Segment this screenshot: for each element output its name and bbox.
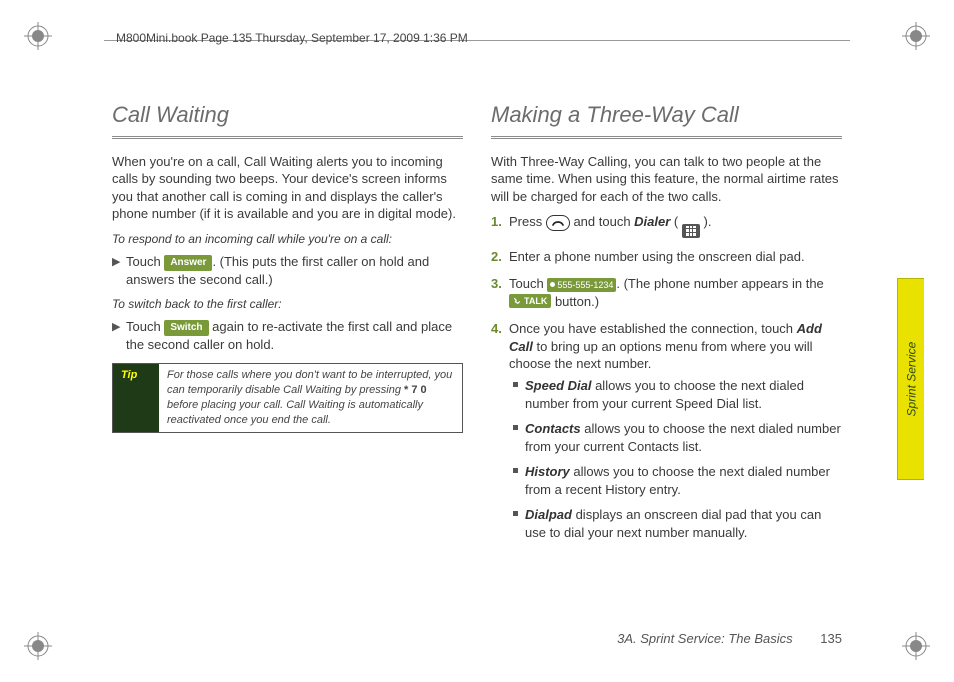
steps-list: Press and touch Dialer ( ). Enter a phon… (491, 213, 842, 541)
heading-rule (491, 136, 842, 139)
text: to bring up an options menu from where y… (509, 339, 813, 372)
option-label: Contacts (525, 421, 581, 436)
side-tab: Sprint Service (897, 278, 924, 480)
call-waiting-intro: When you're on a call, Call Waiting aler… (112, 153, 463, 223)
text: Touch (509, 276, 547, 291)
bullet-switch: ▶ Touch Switch again to re-activate the … (112, 318, 463, 353)
dialpad-icon (682, 224, 700, 238)
text: Press (509, 214, 546, 229)
arrow-icon: ▶ (112, 318, 126, 353)
option-history: History allows you to choose the next di… (513, 463, 842, 498)
step-3: Touch 555-555-1234. (The phone number ap… (491, 275, 842, 310)
section-heading-three-way: Making a Three-Way Call (491, 100, 842, 130)
crop-mark-icon (902, 22, 930, 50)
dial-number-button-graphic: 555-555-1234 (547, 278, 616, 292)
tip-box: Tip For those calls where you don't want… (112, 363, 463, 432)
crop-mark-icon (902, 632, 930, 660)
heading-rule (112, 136, 463, 139)
options-list: Speed Dial allows you to choose the next… (513, 377, 842, 541)
talk-label: TALK (524, 295, 547, 307)
section-heading-call-waiting: Call Waiting (112, 100, 463, 130)
arrow-icon: ▶ (112, 253, 126, 288)
step-1: Press and touch Dialer ( ). (491, 213, 842, 237)
switch-button-graphic: Switch (164, 320, 208, 336)
text: ( (670, 214, 682, 229)
tip-label: Tip (113, 364, 159, 431)
crop-mark-icon (24, 632, 52, 660)
text: and touch (570, 214, 634, 229)
page-footer: 3A. Sprint Service: The Basics 135 (617, 630, 842, 648)
text: button.) (551, 294, 599, 309)
crop-mark-icon (24, 22, 52, 50)
side-tab-label: Sprint Service (903, 342, 919, 417)
answer-button-graphic: Answer (164, 255, 212, 271)
right-column: Making a Three-Way Call With Three-Way C… (491, 100, 842, 616)
subhead-switch: To switch back to the first caller: (112, 296, 463, 312)
subhead-respond: To respond to an incoming call while you… (112, 231, 463, 247)
option-label: Dialpad (525, 507, 572, 522)
bullet-body: Touch Switch again to re-activate the fi… (126, 318, 463, 353)
step-4: Once you have established the connection… (491, 320, 842, 541)
talk-button-graphic: TALK (509, 294, 551, 308)
page-body: Call Waiting When you're on a call, Call… (112, 100, 842, 616)
talk-key-icon (546, 215, 570, 231)
bullet-answer: ▶ Touch Answer. (This puts the first cal… (112, 253, 463, 288)
tip-code: * 7 0 (404, 384, 427, 396)
text: before placing your call. Call Waiting i… (167, 399, 423, 426)
footer-section: 3A. Sprint Service: The Basics (617, 631, 793, 646)
option-label: Speed Dial (525, 378, 591, 393)
tip-text: For those calls where you don't want to … (159, 364, 462, 431)
dialer-label: Dialer (634, 214, 670, 229)
option-contacts: Contacts allows you to choose the next d… (513, 420, 842, 455)
page-number: 135 (820, 631, 842, 646)
option-dialpad: Dialpad displays an onscreen dial pad th… (513, 506, 842, 541)
three-way-intro: With Three-Way Calling, you can talk to … (491, 153, 842, 206)
bullet-body: Touch Answer. (This puts the first calle… (126, 253, 463, 288)
text: Touch (126, 319, 164, 334)
text: ). (700, 214, 712, 229)
header-filename: M800Mini.book Page 135 Thursday, Septemb… (116, 30, 468, 46)
option-speed-dial: Speed Dial allows you to choose the next… (513, 377, 842, 412)
text: Once you have established the connection… (509, 321, 797, 336)
left-column: Call Waiting When you're on a call, Call… (112, 100, 463, 616)
sample-number: 555-555-1234 (557, 279, 613, 291)
step-2: Enter a phone number using the onscreen … (491, 248, 842, 266)
option-label: History (525, 464, 570, 479)
text: . (The phone number appears in the (616, 276, 823, 291)
option-text: allows you to choose the next dialed num… (525, 464, 830, 497)
text: Touch (126, 254, 164, 269)
dot-icon (550, 282, 555, 287)
